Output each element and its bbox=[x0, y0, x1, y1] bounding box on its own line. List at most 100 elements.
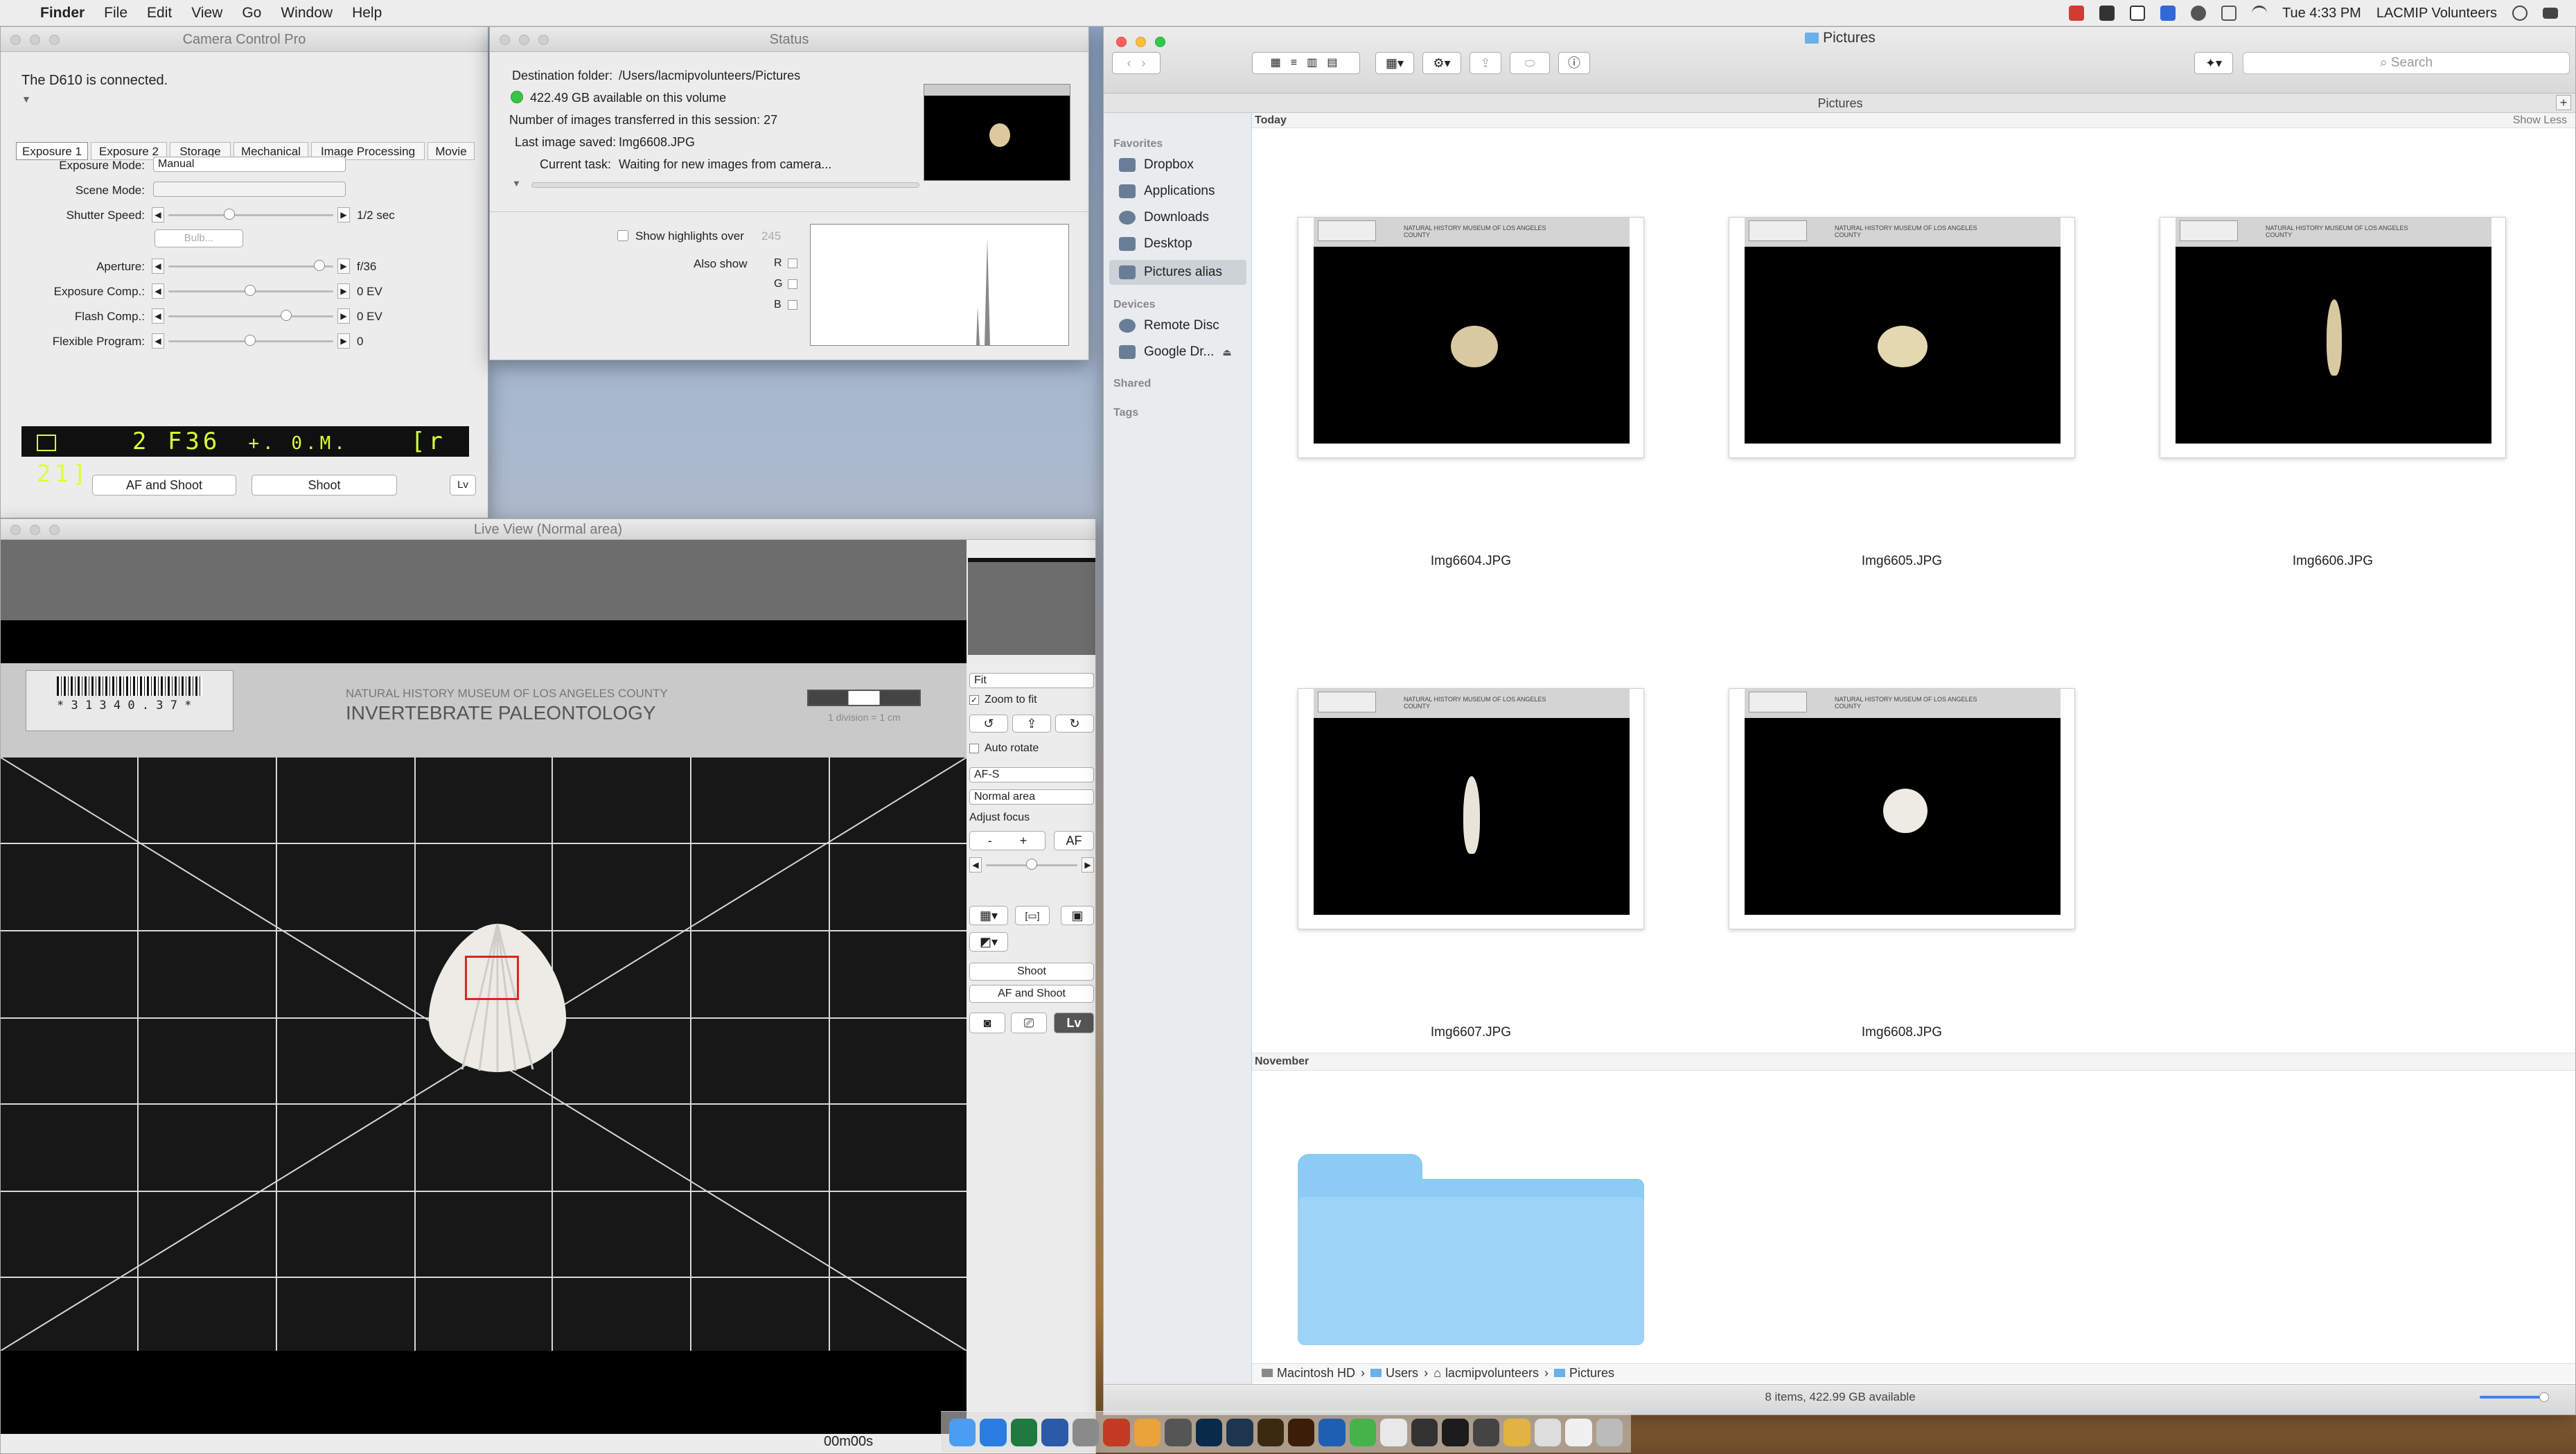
globe-dock-icon[interactable] bbox=[1318, 1418, 1346, 1446]
google-drive-icon[interactable] bbox=[2160, 6, 2176, 21]
show-highlights-checkbox[interactable] bbox=[617, 230, 628, 241]
focus-slider[interactable]: ◀ ▶ bbox=[969, 857, 1094, 873]
bluetooth-icon[interactable] bbox=[2221, 6, 2237, 21]
spotlight-icon[interactable] bbox=[2512, 6, 2528, 21]
breadcrumb-users[interactable]: Users bbox=[1386, 1366, 1418, 1380]
action-gear-icon[interactable]: ⚙▾ bbox=[1422, 52, 1461, 74]
app-dock-icon[interactable] bbox=[1165, 1418, 1192, 1446]
live-view-title-bar[interactable]: Live View (Normal area) bbox=[1, 519, 1095, 540]
live-view-button[interactable]: Lv bbox=[450, 475, 476, 496]
tags-icon[interactable]: ⬭ bbox=[1510, 52, 1550, 74]
menu-help[interactable]: Help bbox=[342, 0, 391, 26]
measure-icon[interactable]: [▭] bbox=[1015, 906, 1050, 925]
excel-dock-icon[interactable] bbox=[1010, 1418, 1038, 1446]
channel-r-checkbox[interactable] bbox=[788, 259, 797, 268]
lv-shoot-button[interactable]: Shoot bbox=[969, 963, 1094, 981]
rotate-left-icon[interactable]: ↺ bbox=[969, 715, 1008, 733]
ccp-title-bar[interactable]: Camera Control Pro bbox=[1, 27, 488, 52]
close-button[interactable] bbox=[500, 35, 510, 45]
flash-comp-slider[interactable]: ◀ ▶ bbox=[152, 308, 350, 324]
downloads-stack-dock-icon[interactable] bbox=[1565, 1418, 1592, 1446]
tab-exposure-1[interactable]: Exposure 1 bbox=[16, 142, 88, 160]
chrome-dock-icon[interactable] bbox=[1133, 1418, 1161, 1446]
sidebar-item-remote-disc[interactable]: Remote Disc bbox=[1119, 318, 1219, 333]
af-and-shoot-button[interactable]: AF and Shoot bbox=[92, 475, 236, 496]
info-icon[interactable]: ⓘ bbox=[1558, 52, 1590, 74]
live-view-image[interactable]: * 3 1 3 4 0 . 3 7 * NATURAL HISTORY MUSE… bbox=[1, 540, 967, 1434]
gallery-view-icon[interactable]: ▤ bbox=[1327, 57, 1347, 69]
file-name-img6606[interactable]: Img6606.JPG bbox=[2160, 554, 2506, 569]
shoot-button[interactable]: Shoot bbox=[252, 475, 397, 496]
status-title-bar[interactable]: Status bbox=[490, 27, 1088, 52]
icon-view-icon[interactable]: ▦ bbox=[1271, 57, 1291, 69]
disclosure-triangle-icon[interactable]: ▼ bbox=[512, 178, 521, 189]
scene-mode-select[interactable] bbox=[153, 182, 346, 197]
eject-icon[interactable]: ⏏ bbox=[1222, 347, 1231, 358]
shutter-speed-slider[interactable]: ◀ ▶ bbox=[152, 207, 350, 222]
camera-control-dock-icon[interactable] bbox=[1103, 1418, 1130, 1446]
file-thumbnail-img6607[interactable]: NATURAL HISTORY MUSEUM OF LOS ANGELES CO… bbox=[1298, 688, 1644, 929]
bulb-button[interactable]: Bulb... bbox=[155, 229, 243, 247]
ibooks-dock-icon[interactable] bbox=[1380, 1418, 1407, 1446]
focus-adjust-buttons[interactable]: - + bbox=[969, 831, 1046, 850]
close-button[interactable] bbox=[10, 35, 21, 45]
list-view-icon[interactable]: ≡ bbox=[1291, 57, 1307, 69]
sidebar-item-google-drive[interactable]: Google Dr... ⏏ bbox=[1119, 344, 1232, 360]
minimize-button[interactable] bbox=[30, 525, 40, 535]
grid-toggle-icon[interactable]: ▦▾ bbox=[969, 906, 1008, 925]
preview-dock-icon[interactable] bbox=[1072, 1418, 1100, 1446]
exposure-mode-select[interactable]: Manual bbox=[153, 157, 346, 172]
file-name-img6605[interactable]: Img6605.JPG bbox=[1729, 554, 2075, 569]
window-mode-icon[interactable]: ▣ bbox=[1061, 906, 1094, 925]
show-less-button[interactable]: Show Less bbox=[2513, 114, 2567, 127]
zoom-button[interactable] bbox=[49, 525, 60, 535]
vim-dock-icon[interactable] bbox=[1442, 1418, 1469, 1446]
bridge-dock-icon[interactable] bbox=[1257, 1418, 1284, 1446]
camera-icon[interactable]: ◙ bbox=[969, 1013, 1005, 1033]
safari-dock-icon[interactable] bbox=[980, 1418, 1007, 1446]
tab-movie[interactable]: Movie bbox=[427, 142, 475, 160]
creative-cloud-icon[interactable] bbox=[2099, 6, 2115, 21]
focus-area-box[interactable] bbox=[465, 956, 519, 1000]
menu-edit[interactable]: Edit bbox=[137, 0, 182, 26]
af-mode-select[interactable]: AF-S bbox=[969, 767, 1094, 782]
sidebar-item-applications[interactable]: Applications bbox=[1119, 184, 1215, 199]
utility-dock-icon[interactable] bbox=[1472, 1418, 1500, 1446]
add-tab-button[interactable]: + bbox=[2556, 95, 2571, 110]
notes-dock-icon[interactable] bbox=[1503, 1418, 1530, 1446]
upload-icon[interactable]: ⇪ bbox=[1012, 715, 1051, 733]
zoom-to-fit-checkbox[interactable]: ✓ bbox=[969, 695, 979, 705]
menu-user[interactable]: LACMIP Volunteers bbox=[2376, 6, 2497, 21]
share-icon[interactable]: ⇪ bbox=[1470, 52, 1501, 74]
disclosure-triangle-icon[interactable]: ▼ bbox=[21, 94, 31, 105]
column-view-icon[interactable]: ▥ bbox=[1307, 57, 1327, 69]
evernote-icon[interactable] bbox=[2130, 6, 2146, 21]
zoom-button[interactable] bbox=[49, 35, 60, 45]
autofocus-button[interactable]: AF bbox=[1054, 831, 1094, 850]
lv-af-and-shoot-button[interactable]: AF and Shoot bbox=[969, 985, 1094, 1003]
menu-clock[interactable]: Tue 4:33 PM bbox=[2282, 6, 2361, 21]
icon-size-slider[interactable] bbox=[2480, 1392, 2549, 1402]
lv-toggle-button[interactable]: Lv bbox=[1054, 1013, 1094, 1033]
search-input[interactable]: ⌕ Search bbox=[2243, 52, 2570, 74]
menu-file[interactable]: File bbox=[94, 0, 137, 26]
sidebar-item-desktop[interactable]: Desktop bbox=[1119, 236, 1192, 252]
record-movie-icon[interactable]: ⎚ bbox=[1011, 1013, 1047, 1033]
group-by-icon[interactable]: ▦▾ bbox=[1375, 52, 1414, 74]
terminal-dock-icon[interactable] bbox=[1411, 1418, 1438, 1446]
sidebar-item-downloads[interactable]: Downloads bbox=[1119, 210, 1209, 225]
file-thumbnail-img6608[interactable]: NATURAL HISTORY MUSEUM OF LOS ANGELES CO… bbox=[1729, 688, 2075, 929]
live-view-navigator[interactable] bbox=[968, 558, 1095, 655]
menu-app-name[interactable]: Finder bbox=[30, 0, 94, 26]
close-button[interactable] bbox=[10, 525, 21, 535]
breadcrumb-pictures[interactable]: Pictures bbox=[1569, 1366, 1614, 1380]
breadcrumb-user[interactable]: lacmipvolunteers bbox=[1445, 1366, 1539, 1380]
auto-rotate-checkbox[interactable] bbox=[969, 744, 979, 753]
document-dock-icon[interactable] bbox=[1534, 1418, 1562, 1446]
highlights-threshold[interactable]: 245 bbox=[761, 229, 781, 243]
photoshop-dock-icon[interactable] bbox=[1195, 1418, 1223, 1446]
minimize-button[interactable] bbox=[519, 35, 529, 45]
file-thumbnail-img6604[interactable]: NATURAL HISTORY MUSEUM OF LOS ANGELES CO… bbox=[1298, 217, 1644, 458]
wifi-icon[interactable] bbox=[2252, 6, 2268, 21]
aperture-slider[interactable]: ◀ ▶ bbox=[152, 259, 350, 274]
